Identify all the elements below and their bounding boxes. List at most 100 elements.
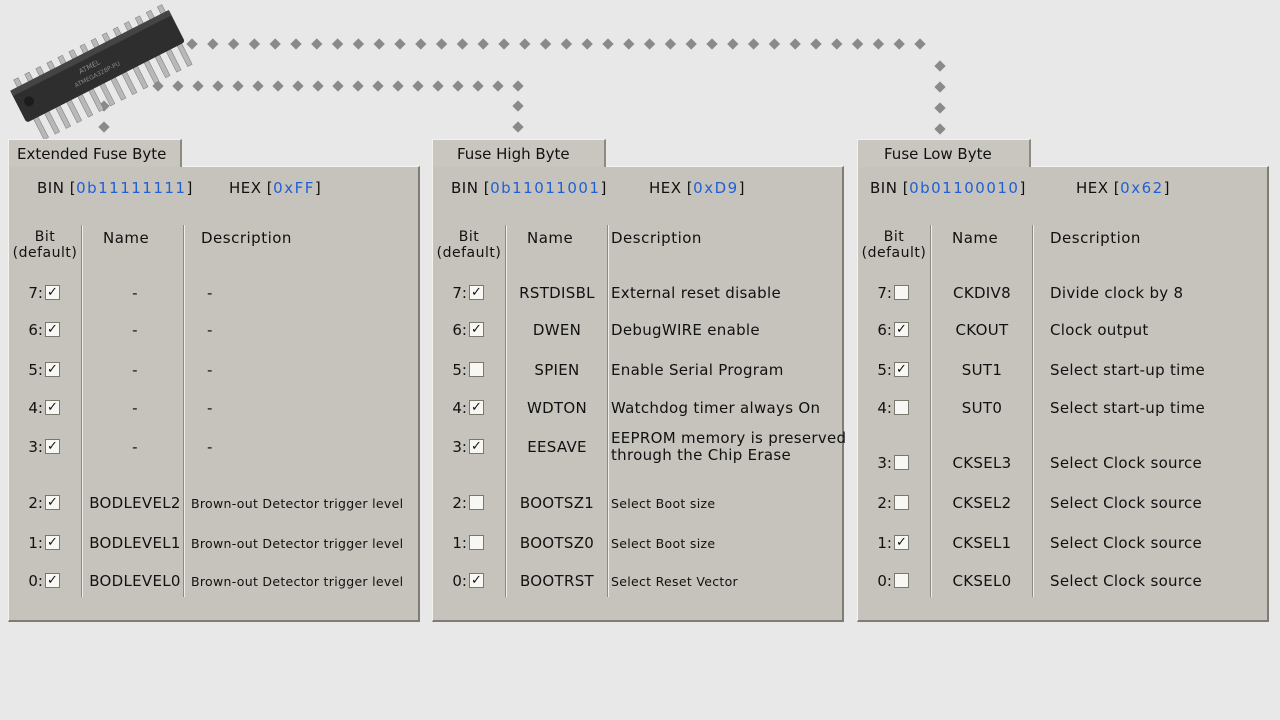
bin-value: 0b11111111 [76, 179, 187, 197]
fuse-bit-row: 6: ✓ - - [9, 319, 418, 343]
hex-readout: HEX [0x62] [1076, 179, 1170, 197]
bit-checkbox[interactable]: ✓ [894, 535, 909, 550]
bit-description: Select Clock source [1050, 454, 1203, 472]
bin-readout: BIN [0b11011001] [451, 179, 607, 197]
tab-extended-fuse-byte[interactable]: Extended Fuse Byte [8, 139, 182, 167]
bit-checkbox[interactable] [894, 573, 909, 588]
bit-number: 3: [28, 438, 43, 456]
bit-description: Brown-out Detector trigger level [191, 574, 404, 589]
bit-number: 1: [28, 534, 43, 552]
bit-description: Select start-up time [1050, 399, 1206, 417]
bit-name: SPIEN [534, 361, 580, 379]
bit-number: 2: [877, 494, 892, 512]
bit-checkbox[interactable] [894, 400, 909, 415]
bit-name: CKSEL3 [952, 454, 1012, 472]
bit-number: 4: [877, 399, 892, 417]
bit-number: 5: [28, 361, 43, 379]
bit-checkbox[interactable]: ✓ [45, 573, 60, 588]
check-icon: ✓ [471, 285, 482, 300]
bit-name: BOOTSZ0 [519, 534, 595, 552]
wire-dot [412, 80, 424, 92]
bit-number: 4: [28, 399, 43, 417]
fuse-bit-row: 1: ✓ CKSEL1 Select Clock source [858, 532, 1267, 556]
bit-checkbox[interactable]: ✓ [45, 285, 60, 300]
fuse-bit-row: 1: ✓ BODLEVEL1 Brown-out Detector trigger l… [9, 532, 418, 556]
fuse-bit-row: 2: ✓ BODLEVEL2 Brown-out Detector trigger l… [9, 492, 418, 516]
bin-label: BIN [ [37, 179, 77, 197]
bit-number: 4: [452, 399, 467, 417]
hex-value: 0x62 [1120, 179, 1164, 197]
bit-number: 1: [452, 534, 467, 552]
wire-dot [248, 38, 261, 50]
bin-value: 0b01100010 [909, 179, 1020, 197]
bit-checkbox[interactable]: ✓ [45, 535, 60, 550]
fuse-bit-row: 2: BOOTSZ1 Select Boot size [433, 492, 842, 516]
wire-dot [472, 80, 484, 92]
bit-number: 6: [28, 321, 43, 339]
hex-value: 0xD9 [693, 179, 739, 197]
bit-number: 5: [877, 361, 892, 379]
fuse-bit-row: 0: ✓ BOOTRST Select Reset Vector [433, 570, 842, 594]
bit-number: 6: [877, 321, 892, 339]
bit-checkbox[interactable]: ✓ [45, 362, 60, 377]
wire-dot [934, 60, 946, 72]
hex-value: 0xFF [273, 179, 315, 197]
tab-fuse-high-byte[interactable]: Fuse High Byte [432, 139, 606, 167]
bin-close: ] [600, 179, 607, 197]
bit-name: BODLEVEL0 [89, 572, 181, 590]
wire-dot [768, 38, 781, 50]
wire-dot [934, 102, 946, 114]
hex-label: HEX [ [229, 179, 274, 197]
bit-description: - [207, 399, 213, 417]
wire-dot [893, 38, 905, 50]
wire-dot [581, 38, 593, 50]
hex-close: ] [314, 179, 322, 197]
hex-label: HEX [ [649, 179, 694, 197]
bit-checkbox[interactable]: ✓ [45, 400, 60, 415]
wire-dot [643, 38, 656, 50]
wire-dot [831, 38, 843, 50]
wire-dot [664, 38, 677, 50]
bit-name: - [132, 399, 138, 417]
bit-checkbox[interactable]: ✓ [469, 285, 484, 300]
bit-checkbox[interactable]: ✓ [469, 322, 484, 337]
bit-checkbox[interactable] [894, 285, 909, 300]
bit-checkbox[interactable]: ✓ [469, 439, 484, 454]
bit-checkbox[interactable]: ✓ [45, 322, 60, 337]
bit-checkbox[interactable] [469, 362, 484, 377]
bit-description: EEPROM memory is preserved through the C… [611, 429, 847, 464]
bit-checkbox[interactable]: ✓ [894, 362, 909, 377]
bit-number: 2: [28, 494, 43, 512]
wire-dot [269, 38, 281, 50]
bin-label: BIN [ [451, 179, 491, 197]
fuse-bit-row: 5: ✓ SUT1 Select start-up time [858, 359, 1267, 383]
wire-dot [290, 38, 302, 50]
tab-fuse-low-byte[interactable]: Fuse Low Byte [857, 139, 1031, 167]
wire-dot [432, 80, 444, 92]
bit-checkbox[interactable] [469, 495, 484, 510]
bit-checkbox[interactable] [894, 455, 909, 470]
bit-checkbox[interactable] [894, 495, 909, 510]
bit-number: 3: [877, 454, 892, 472]
check-icon: ✓ [47, 439, 58, 454]
check-icon: ✓ [471, 573, 482, 588]
fuse-bit-row: 4: SUT0 Select start-up time [858, 397, 1267, 421]
bit-checkbox[interactable]: ✓ [469, 400, 484, 415]
bit-name: BODLEVEL2 [89, 494, 181, 512]
bit-checkbox[interactable]: ✓ [45, 495, 60, 510]
wire-dot [372, 80, 384, 92]
column-header-bit: Bit (default) [436, 229, 502, 261]
bin-close: ] [186, 179, 193, 197]
wire-dot [934, 123, 946, 135]
bit-checkbox[interactable] [469, 535, 484, 550]
bit-checkbox[interactable]: ✓ [894, 322, 909, 337]
wire-dot [623, 38, 635, 50]
bit-checkbox[interactable]: ✓ [45, 439, 60, 454]
bit-number: 0: [877, 572, 892, 590]
bit-name: WDTON [526, 399, 588, 417]
wire-dot [227, 38, 240, 50]
wire-dot [512, 100, 524, 112]
bit-checkbox[interactable]: ✓ [469, 573, 484, 588]
check-icon: ✓ [896, 535, 907, 550]
bit-description: External reset disable [611, 284, 781, 302]
